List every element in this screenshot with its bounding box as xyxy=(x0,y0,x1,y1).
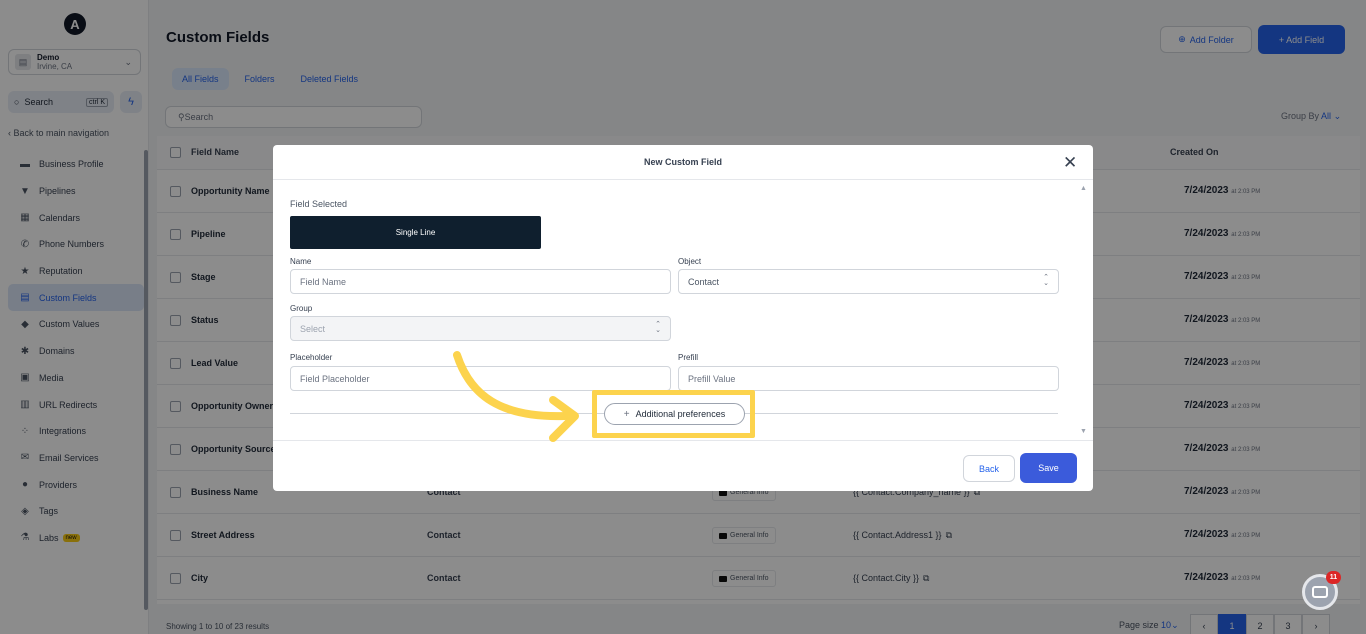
save-button[interactable]: Save xyxy=(1020,453,1077,483)
tutorial-arrow-icon xyxy=(453,351,579,442)
field-type-button[interactable]: Single Line xyxy=(290,216,541,249)
chat-bubble-icon xyxy=(1312,586,1328,598)
modal-title: New Custom Field xyxy=(643,157,722,167)
field-name-input[interactable]: Field Name xyxy=(290,269,671,294)
prefill-input[interactable]: Prefill Value xyxy=(678,366,1059,391)
chat-notification-badge: 11 xyxy=(1326,571,1341,584)
tutorial-highlight-box xyxy=(592,390,755,438)
prefill-label: Prefill xyxy=(678,353,699,362)
new-custom-field-modal: New Custom Field ✕ Field Selected Single… xyxy=(273,145,1093,491)
select-arrows-icon: ⌃ ⌄ xyxy=(655,321,661,334)
back-button[interactable]: Back xyxy=(963,455,1015,482)
scroll-up-icon: ▲ xyxy=(1080,185,1087,192)
placeholder-label: Placeholder xyxy=(290,353,333,362)
name-label: Name xyxy=(290,257,312,266)
scroll-down-icon: ▼ xyxy=(1080,428,1087,435)
field-selected-label: Field Selected xyxy=(290,199,348,209)
modal-footer: Back Save xyxy=(273,440,1093,491)
group-label: Group xyxy=(290,304,313,313)
select-arrows-icon: ⌃ ⌄ xyxy=(1043,274,1049,287)
object-label: Object xyxy=(678,257,702,266)
object-select[interactable]: Contact ⌃ ⌄ xyxy=(678,269,1059,294)
modal-scrollbar[interactable]: ▲ ▼ xyxy=(1077,182,1091,440)
close-icon[interactable]: ✕ xyxy=(1063,153,1077,173)
modal-header: New Custom Field ✕ xyxy=(273,145,1093,180)
group-select[interactable]: Select ⌃ ⌄ xyxy=(290,316,671,341)
